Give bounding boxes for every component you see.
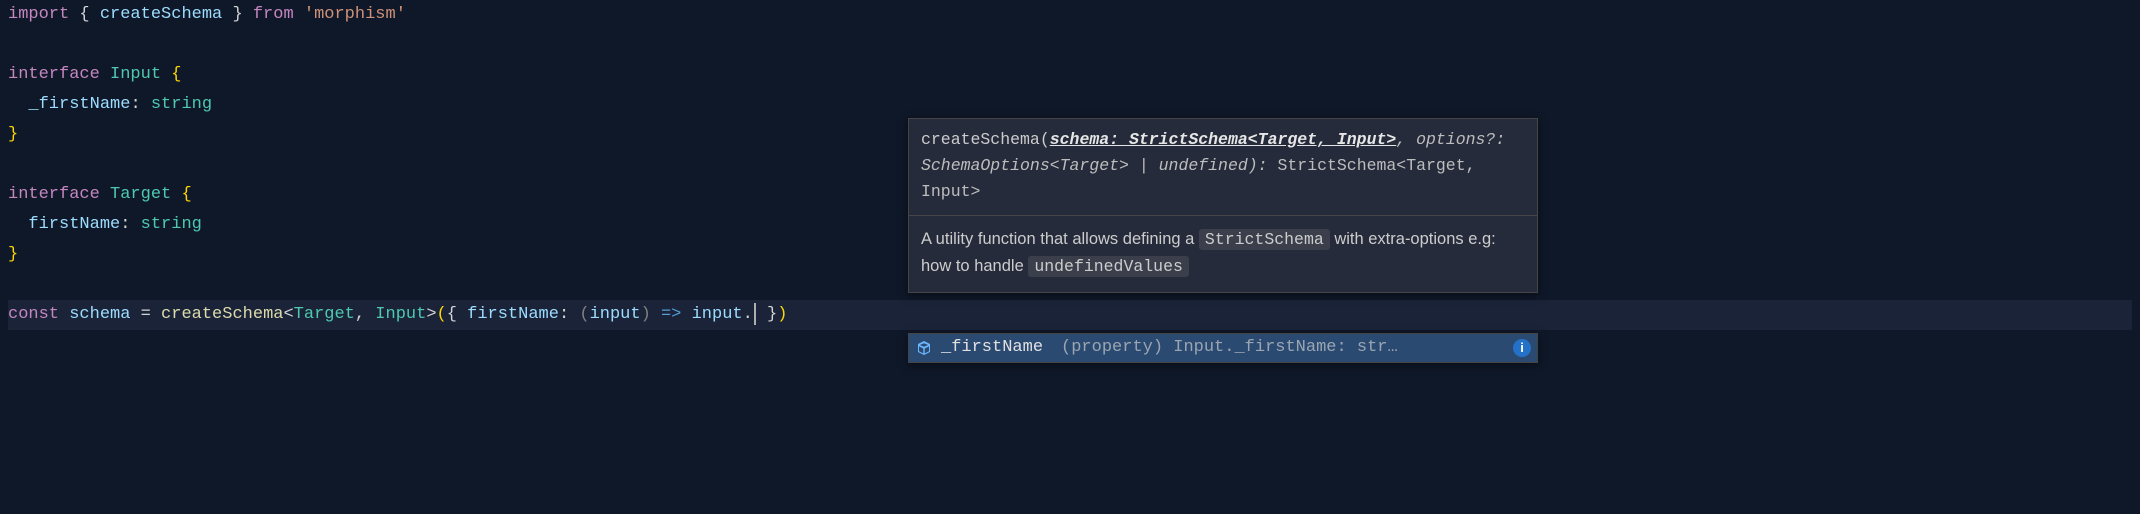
autocomplete-item[interactable]: _firstName (property) Input._firstName: … (909, 334, 1537, 362)
autocomplete-detail: (property) Input._firstName: str… (1061, 333, 1505, 363)
code-line-current: const schema = createSchema<Target, Inpu… (8, 300, 2132, 330)
info-icon[interactable]: i (1513, 339, 1531, 357)
field-icon (915, 339, 933, 357)
signature-text: createSchema(schema: StrictSchema<Target… (909, 119, 1537, 215)
code-line: _firstName: string (8, 90, 2132, 120)
code-line: interface Input { (8, 60, 2132, 90)
signature-help-popup: createSchema(schema: StrictSchema<Target… (908, 118, 1538, 293)
code-line: import { createSchema } from 'morphism' (8, 0, 2132, 30)
autocomplete-label: _firstName (941, 333, 1043, 363)
code-line (8, 30, 2132, 60)
signature-doc: A utility function that allows defining … (909, 215, 1537, 292)
autocomplete-popup[interactable]: _firstName (property) Input._firstName: … (908, 333, 1538, 363)
text-cursor (754, 303, 756, 325)
